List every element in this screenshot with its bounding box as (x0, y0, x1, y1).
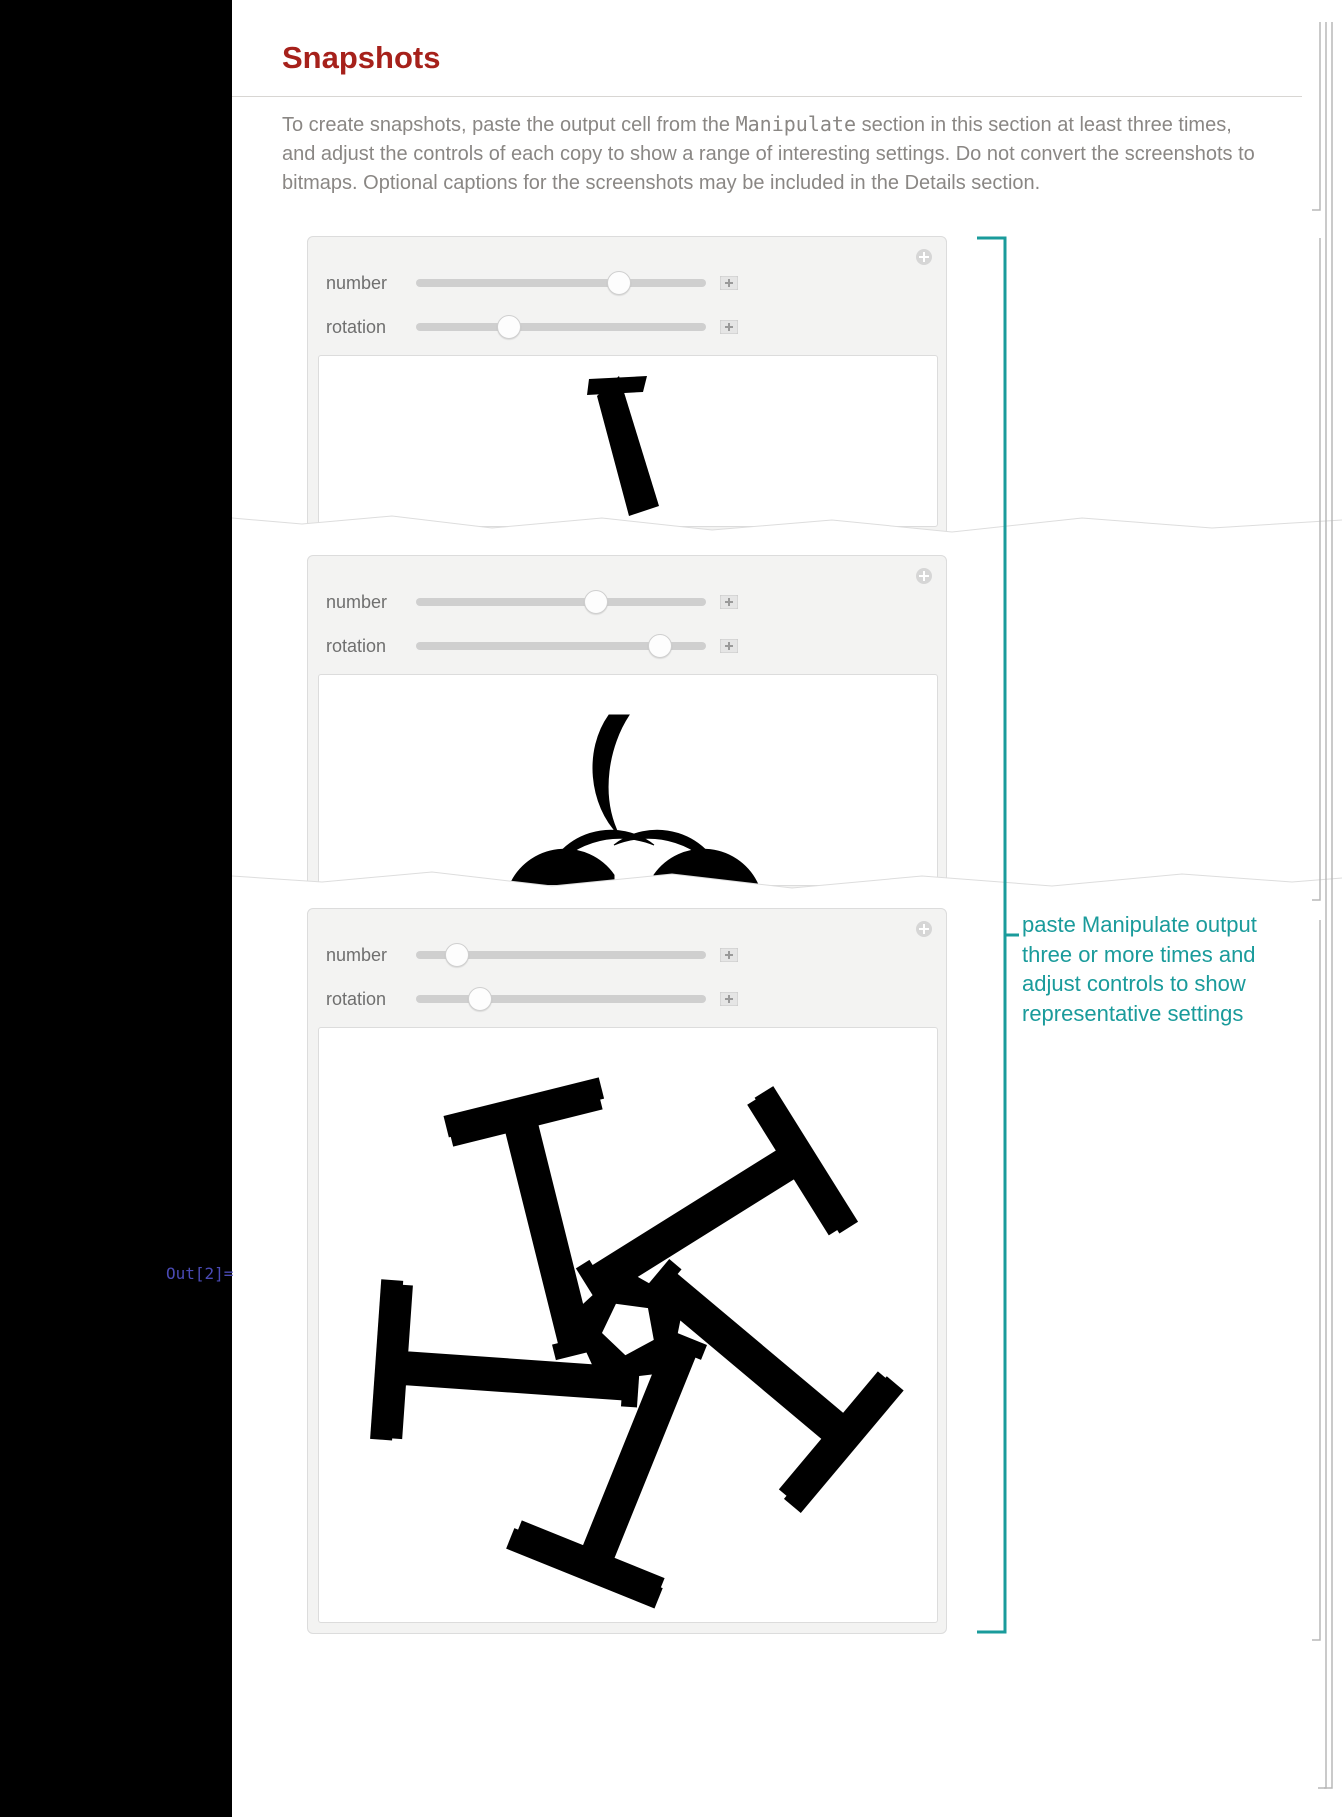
slider-rotation[interactable] (416, 323, 706, 331)
slider-animate-icon[interactable] (720, 595, 738, 609)
control-row-number: number (326, 941, 738, 969)
slider-thumb[interactable] (468, 987, 492, 1011)
instruction-text-prefix: To create snapshots, paste the output ce… (282, 114, 736, 136)
slider-label-number: number (326, 945, 416, 966)
autorun-icon[interactable] (914, 566, 934, 586)
slider-rotation[interactable] (416, 995, 706, 1003)
manipulate-panel-3: number rotation (307, 908, 947, 1634)
slider-label-number: number (326, 592, 416, 613)
annotation-bracket (977, 236, 1019, 1634)
slider-animate-icon[interactable] (720, 320, 738, 334)
cell-brackets[interactable] (1308, 20, 1336, 1790)
control-row-rotation: rotation (326, 632, 738, 660)
output-canvas-2 (318, 674, 938, 886)
slider-number[interactable] (416, 598, 706, 606)
slider-label-rotation: rotation (326, 317, 416, 338)
annotation-text: paste Manipulate output three or more ti… (1022, 910, 1302, 1029)
instruction-code-word: Manipulate (736, 112, 856, 136)
slider-thumb[interactable] (497, 315, 521, 339)
instruction-paragraph: To create snapshots, paste the output ce… (282, 110, 1262, 198)
autorun-icon[interactable] (914, 247, 934, 267)
control-row-rotation: rotation (326, 313, 738, 341)
slider-thumb[interactable] (445, 943, 469, 967)
autorun-icon[interactable] (914, 919, 934, 939)
slider-thumb[interactable] (584, 590, 608, 614)
manipulate-panel-1: number rotation (307, 236, 947, 536)
section-rule (232, 96, 1302, 97)
page-root: Snapshots To create snapshots, paste the… (0, 0, 1342, 1817)
slider-label-rotation: rotation (326, 636, 416, 657)
control-row-number: number (326, 588, 738, 616)
slider-animate-icon[interactable] (720, 992, 738, 1006)
slider-animate-icon[interactable] (720, 639, 738, 653)
slider-label-rotation: rotation (326, 989, 416, 1010)
slider-rotation[interactable] (416, 642, 706, 650)
slider-thumb[interactable] (607, 271, 631, 295)
slider-number[interactable] (416, 279, 706, 287)
slider-number[interactable] (416, 951, 706, 959)
section-heading: Snapshots (282, 40, 440, 76)
output-cell-label: Out[2]= (166, 1264, 233, 1283)
slider-animate-icon[interactable] (720, 948, 738, 962)
output-canvas-3 (318, 1027, 938, 1623)
document-area: Snapshots To create snapshots, paste the… (232, 0, 1342, 1817)
slider-label-number: number (326, 273, 416, 294)
control-row-rotation: rotation (326, 985, 738, 1013)
slider-animate-icon[interactable] (720, 276, 738, 290)
control-row-number: number (326, 269, 738, 297)
output-canvas-1 (318, 355, 938, 527)
manipulate-panel-2: number rotation (307, 555, 947, 895)
slider-thumb[interactable] (648, 634, 672, 658)
